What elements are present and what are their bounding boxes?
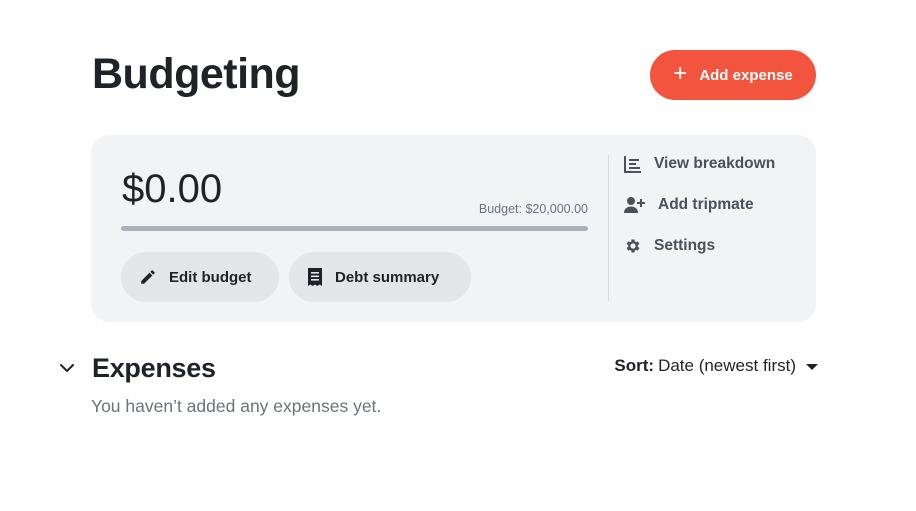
sort-dropdown[interactable]: Sort: Date (newest first) [614, 356, 818, 376]
sort-label: Sort: [614, 356, 655, 375]
budget-card: $0.00 Budget: $20,000.00 Edit budget Deb… [91, 135, 816, 322]
gear-icon [624, 237, 642, 255]
card-divider [608, 155, 609, 301]
bar-chart-icon [624, 155, 642, 173]
sort-value: Date (newest first) [658, 356, 796, 375]
budget-progress-bar [121, 226, 588, 231]
empty-expenses-message: You haven’t added any expenses yet. [91, 396, 382, 416]
user-plus-icon [624, 196, 646, 214]
expenses-heading: Expenses [92, 353, 216, 383]
edit-budget-button[interactable]: Edit budget [121, 252, 279, 302]
add-tripmate-link[interactable]: Add tripmate [624, 196, 754, 214]
pencil-icon [139, 268, 157, 286]
add-tripmate-label: Add tripmate [658, 196, 754, 213]
add-expense-label: Add expense [699, 66, 793, 84]
budget-total: Budget: $20,000.00 [478, 202, 588, 216]
add-expense-button[interactable]: + Add expense [650, 50, 816, 100]
view-breakdown-label: View breakdown [654, 155, 776, 172]
edit-budget-label: Edit budget [169, 268, 252, 286]
receipt-icon [307, 268, 323, 286]
settings-label: Settings [654, 237, 716, 254]
view-breakdown-link[interactable]: View breakdown [624, 155, 775, 173]
page-title: Budgeting [92, 50, 301, 98]
collapse-chevron-icon[interactable] [58, 359, 76, 377]
debt-summary-button[interactable]: Debt summary [289, 252, 471, 302]
settings-link[interactable]: Settings [624, 237, 715, 255]
spent-amount: $0.00 [122, 167, 223, 211]
caret-down-icon [806, 364, 818, 370]
plus-icon: + [673, 60, 688, 87]
debt-summary-label: Debt summary [335, 268, 440, 286]
